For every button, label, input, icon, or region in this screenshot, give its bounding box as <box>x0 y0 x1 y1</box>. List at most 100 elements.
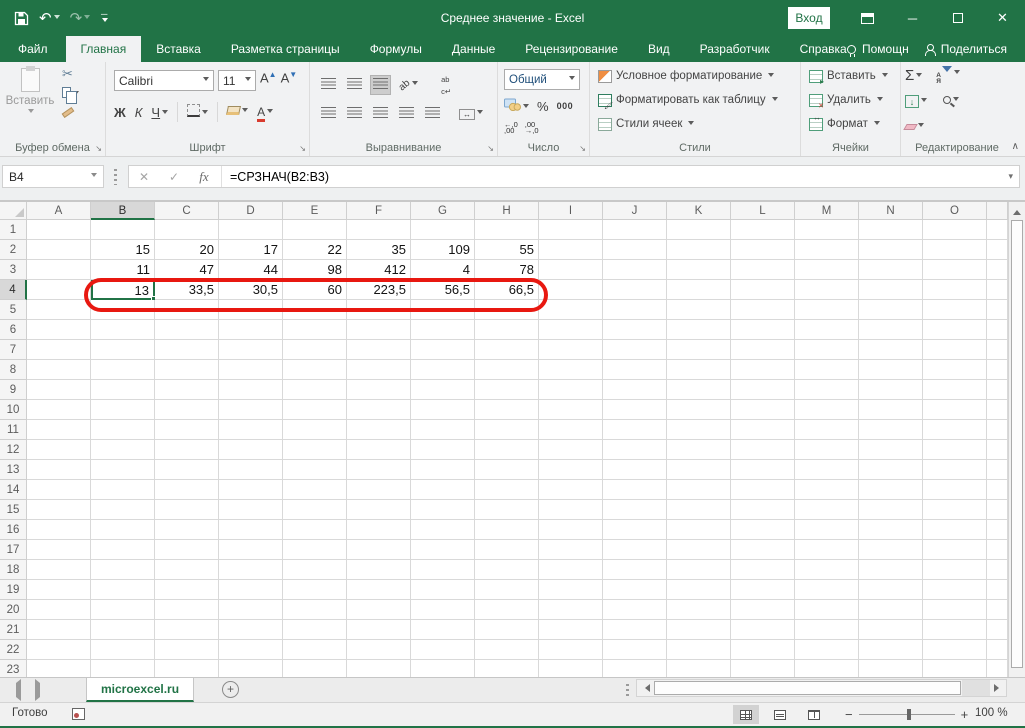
cell-I14[interactable] <box>539 480 603 500</box>
cell-B11[interactable] <box>91 420 155 440</box>
cell-O6[interactable] <box>923 320 987 340</box>
cell-N1[interactable] <box>859 220 923 240</box>
accounting-format-button[interactable] <box>504 98 529 114</box>
horizontal-scrollbar[interactable] <box>636 679 1007 697</box>
column-header-E[interactable]: E <box>283 202 347 220</box>
tab-Формулы[interactable]: Формулы <box>355 36 437 62</box>
cell-C19[interactable] <box>155 580 219 600</box>
row-header-16[interactable]: 16 <box>0 520 27 540</box>
cell-L20[interactable] <box>731 600 795 620</box>
cell-I9[interactable] <box>539 380 603 400</box>
cell-N15[interactable] <box>859 500 923 520</box>
cell-E23[interactable] <box>283 660 347 677</box>
font-dialog-launcher[interactable]: ↘ <box>299 144 306 153</box>
cell-L1[interactable] <box>731 220 795 240</box>
cell-D11[interactable] <box>219 420 283 440</box>
cell-H7[interactable] <box>475 340 539 360</box>
style-item-2[interactable]: Стили ячеек <box>594 112 782 136</box>
cell-F6[interactable] <box>347 320 411 340</box>
cell-I10[interactable] <box>539 400 603 420</box>
cell-D21[interactable] <box>219 620 283 640</box>
cell-N20[interactable] <box>859 600 923 620</box>
style-item-1[interactable]: Форматировать как таблицу <box>594 88 782 112</box>
cell-B15[interactable] <box>91 500 155 520</box>
row-header-5[interactable]: 5 <box>0 300 27 320</box>
cell-E2[interactable]: 22 <box>283 240 347 260</box>
cell-J11[interactable] <box>603 420 667 440</box>
cell-I7[interactable] <box>539 340 603 360</box>
cell-L19[interactable] <box>731 580 795 600</box>
column-header-J[interactable]: J <box>603 202 667 220</box>
cell-G1[interactable] <box>411 220 475 240</box>
cell-J1[interactable] <box>603 220 667 240</box>
cell-J3[interactable] <box>603 260 667 280</box>
cell-D7[interactable] <box>219 340 283 360</box>
column-header-N[interactable]: N <box>859 202 923 220</box>
cell-N16[interactable] <box>859 520 923 540</box>
cell-A18[interactable] <box>27 560 91 580</box>
cell-N7[interactable] <box>859 340 923 360</box>
cell-K8[interactable] <box>667 360 731 380</box>
cell-item-1[interactable]: Удалить <box>805 88 892 112</box>
cell-F14[interactable] <box>347 480 411 500</box>
tab-Вид[interactable]: Вид <box>633 36 685 62</box>
cell-B22[interactable] <box>91 640 155 660</box>
orientation-button[interactable]: ab <box>396 76 421 94</box>
cell-J14[interactable] <box>603 480 667 500</box>
cell-G18[interactable] <box>411 560 475 580</box>
cell-K4[interactable] <box>667 280 731 300</box>
underline-button[interactable]: Ч <box>151 105 168 120</box>
column-header-L[interactable]: L <box>731 202 795 220</box>
cell-A21[interactable] <box>27 620 91 640</box>
cell-D12[interactable] <box>219 440 283 460</box>
row-header-17[interactable]: 17 <box>0 540 27 560</box>
increase-decimal-button[interactable]: ←,0,00 <box>504 122 518 134</box>
cell-L17[interactable] <box>731 540 795 560</box>
select-all-corner[interactable] <box>0 202 27 220</box>
cell-H11[interactable] <box>475 420 539 440</box>
cell-A15[interactable] <box>27 500 91 520</box>
cell-O7[interactable] <box>923 340 987 360</box>
cell-G15[interactable] <box>411 500 475 520</box>
cell-H12[interactable] <box>475 440 539 460</box>
cell-E18[interactable] <box>283 560 347 580</box>
cell-E13[interactable] <box>283 460 347 480</box>
cell-I2[interactable] <box>539 240 603 260</box>
cell-E7[interactable] <box>283 340 347 360</box>
cell-B21[interactable] <box>91 620 155 640</box>
cell-M14[interactable] <box>795 480 859 500</box>
row-header-14[interactable]: 14 <box>0 480 27 500</box>
cell-L3[interactable] <box>731 260 795 280</box>
cell-J22[interactable] <box>603 640 667 660</box>
cell-O2[interactable] <box>923 240 987 260</box>
cell-B2[interactable]: 15 <box>91 240 155 260</box>
cell-A19[interactable] <box>27 580 91 600</box>
cell-O16[interactable] <box>923 520 987 540</box>
cell-E20[interactable] <box>283 600 347 620</box>
cell-H6[interactable] <box>475 320 539 340</box>
cell-O23[interactable] <box>923 660 987 677</box>
cell-E11[interactable] <box>283 420 347 440</box>
align-right-button[interactable] <box>370 104 391 124</box>
cell-J4[interactable] <box>603 280 667 300</box>
cell-F8[interactable] <box>347 360 411 380</box>
cell-B20[interactable] <box>91 600 155 620</box>
cell-G21[interactable] <box>411 620 475 640</box>
align-center-button[interactable] <box>344 104 365 124</box>
cell-B23[interactable] <box>91 660 155 677</box>
enter-button[interactable]: ✓ <box>159 170 189 184</box>
cell-A23[interactable] <box>27 660 91 677</box>
cell-B9[interactable] <box>91 380 155 400</box>
cell-H8[interactable] <box>475 360 539 380</box>
cell-N5[interactable] <box>859 300 923 320</box>
cell-B3[interactable]: 11 <box>91 260 155 280</box>
cell-item-2[interactable]: Формат <box>805 112 892 136</box>
cell-C3[interactable]: 47 <box>155 260 219 280</box>
font-name-combo[interactable]: Calibri <box>114 70 214 91</box>
cell-N23[interactable] <box>859 660 923 677</box>
cell-E6[interactable] <box>283 320 347 340</box>
page-layout-view-button[interactable] <box>767 705 793 724</box>
italic-button[interactable]: К <box>135 105 143 120</box>
cell-O4[interactable] <box>923 280 987 300</box>
cell-L8[interactable] <box>731 360 795 380</box>
